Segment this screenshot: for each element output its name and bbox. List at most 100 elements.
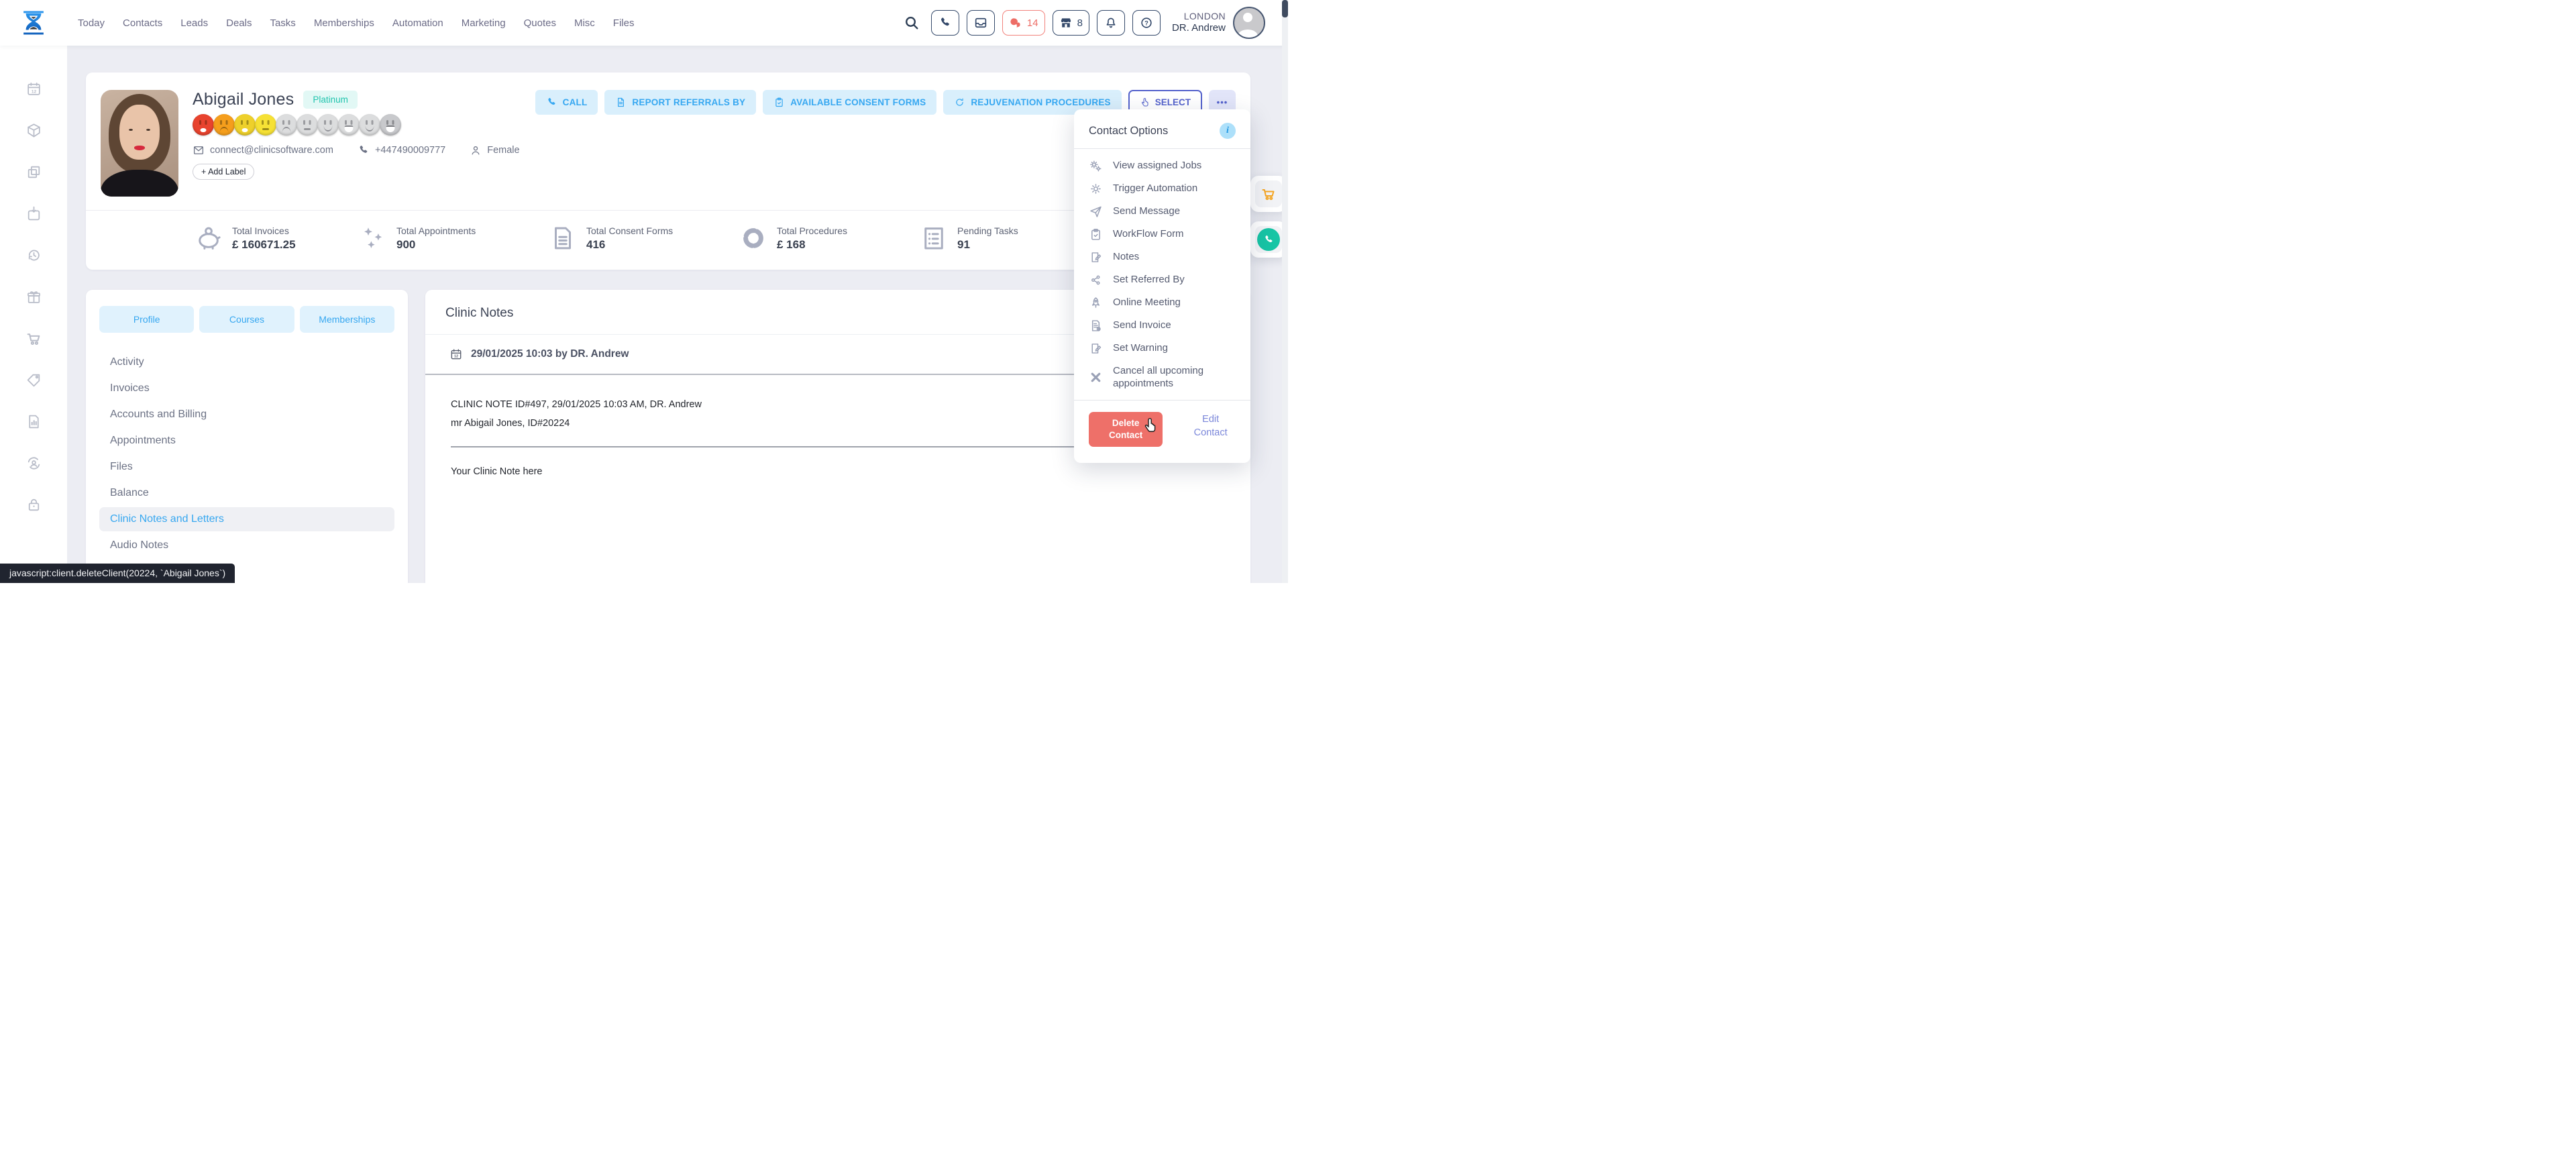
search-icon[interactable] <box>900 15 924 31</box>
contact-action-button[interactable]: AVAILABLE CONSENT FORMS <box>763 90 936 115</box>
scrollbar-thumb[interactable] <box>1282 0 1288 17</box>
clinicsoftware-logo[interactable] <box>0 8 67 38</box>
stat-icon <box>739 224 767 252</box>
notifications-button[interactable] <box>1097 10 1125 36</box>
dialer-button[interactable] <box>931 10 959 36</box>
tier-badge: Platinum <box>303 91 358 109</box>
add-label-button[interactable]: + Add Label <box>193 164 254 180</box>
menu-item-icon <box>1089 205 1103 219</box>
mood-face[interactable] <box>317 114 339 136</box>
nav-item[interactable]: Today <box>78 17 105 29</box>
profile-section-item[interactable]: Invoices <box>99 376 394 401</box>
menu-item[interactable]: WorkFlow Form <box>1074 223 1250 246</box>
chat-bubbles-icon <box>1009 16 1022 30</box>
stat-item: Total Procedures £ 168 <box>739 224 920 252</box>
contact-action-button[interactable]: CALL <box>535 90 598 115</box>
menu-item[interactable]: Notes <box>1074 246 1250 268</box>
header-actions: 14 8 LONDON DR. Andrew <box>900 7 1288 39</box>
profile-tabs: ProfileCoursesMemberships <box>99 306 394 333</box>
sidebar-icon-button[interactable] <box>25 288 42 305</box>
stat-value: 900 <box>396 238 476 252</box>
mood-face[interactable] <box>193 114 214 136</box>
delete-contact-button[interactable]: Delete Contact <box>1089 412 1163 447</box>
profile-tab[interactable]: Memberships <box>300 306 394 333</box>
sidebar-icon-button[interactable] <box>25 372 42 388</box>
user-avatar[interactable] <box>1233 7 1265 39</box>
sidebar-icon-button[interactable] <box>25 164 42 180</box>
stat-icon <box>195 224 223 252</box>
menu-title: Contact Options <box>1089 125 1168 138</box>
profile-section-item[interactable]: Balance <box>99 481 394 505</box>
mood-face[interactable] <box>213 114 235 136</box>
store-button[interactable]: 8 <box>1053 10 1089 36</box>
help-button[interactable] <box>1132 10 1161 36</box>
profile-section-item[interactable]: Files <box>99 455 394 479</box>
menu-item[interactable]: Send Message <box>1074 200 1250 223</box>
nav-item[interactable]: Deals <box>226 17 252 29</box>
profile-section-item[interactable]: Activity <box>99 350 394 374</box>
menu-item-icon <box>1089 341 1103 356</box>
sidebar-icon-button[interactable] <box>25 122 42 139</box>
sidebar-icon-button[interactable] <box>25 455 42 472</box>
phone-icon <box>938 16 952 30</box>
nav-item[interactable]: Automation <box>392 17 443 29</box>
mood-face[interactable] <box>276 114 297 136</box>
menu-item[interactable]: Online Meeting <box>1074 291 1250 314</box>
mood-face[interactable] <box>234 114 256 136</box>
profile-section-item[interactable]: Clinic Notes and Letters <box>99 507 394 531</box>
contact-name: Abigail Jones <box>193 90 294 109</box>
menu-item-icon <box>1089 273 1103 287</box>
menu-item[interactable]: Trigger Automation <box>1074 177 1250 200</box>
stat-icon <box>920 224 948 252</box>
mood-face[interactable] <box>255 114 276 136</box>
mood-face[interactable] <box>338 114 360 136</box>
stat-label: Pending Tasks <box>957 225 1018 236</box>
stat-item: Total Invoices £ 160671.25 <box>195 224 359 252</box>
profile-tab[interactable]: Courses <box>199 306 294 333</box>
note-text: Your Clinic Note here <box>451 465 1225 480</box>
nav-item[interactable]: Quotes <box>524 17 556 29</box>
sidebar-icon-button[interactable] <box>25 205 42 222</box>
contact-photo[interactable] <box>101 90 178 197</box>
nav-item[interactable]: Misc <box>574 17 595 29</box>
stat-value: £ 168 <box>777 238 847 252</box>
action-icon <box>773 97 785 108</box>
nav-item[interactable]: Marketing <box>462 17 506 29</box>
menu-item[interactable]: Set Referred By <box>1074 268 1250 291</box>
status-link-preview: javascript:client.deleteClient(20224, `A… <box>0 564 235 583</box>
mood-face[interactable] <box>380 114 401 136</box>
user-info: LONDON DR. Andrew <box>1172 11 1226 35</box>
stat-item: Total Appointments 900 <box>359 224 549 252</box>
nav-item[interactable]: Leads <box>180 17 208 29</box>
messages-button[interactable]: 14 <box>1002 10 1045 36</box>
nav-item[interactable]: Tasks <box>270 17 295 29</box>
profile-tab[interactable]: Profile <box>99 306 194 333</box>
sidebar-icon-button[interactable] <box>25 247 42 264</box>
contact-action-button[interactable]: REPORT REFERRALS BY <box>604 90 756 115</box>
info-icon[interactable]: i <box>1220 123 1236 139</box>
menu-item[interactable]: View assigned Jobs <box>1074 154 1250 177</box>
nav-item[interactable]: Contacts <box>123 17 162 29</box>
nav-item[interactable]: Memberships <box>314 17 374 29</box>
nav-item[interactable]: Files <box>613 17 635 29</box>
mood-face[interactable] <box>359 114 380 136</box>
profile-section-item[interactable]: Appointments <box>99 429 394 453</box>
menu-item[interactable]: Set Warning <box>1074 337 1250 360</box>
sidebar-icon-button[interactable] <box>25 496 42 513</box>
question-mark-icon <box>1140 16 1153 30</box>
detail-text: +447490009777 <box>375 145 445 156</box>
phone-icon <box>1263 234 1275 246</box>
menu-item[interactable]: Send Invoice <box>1074 314 1250 337</box>
floating-phone-widget[interactable] <box>1250 221 1287 258</box>
edit-contact-button[interactable]: Edit Contact <box>1185 412 1236 441</box>
floating-cart-widget[interactable] <box>1250 176 1287 212</box>
menu-item[interactable]: Cancel all upcoming appointments <box>1074 360 1250 394</box>
sidebar-icon-button[interactable] <box>25 330 42 347</box>
sidebar-icon-button[interactable] <box>25 81 42 97</box>
profile-section-item[interactable]: Audio Notes <box>99 533 394 558</box>
sidebar-icon-button[interactable] <box>25 413 42 430</box>
mood-face[interactable] <box>297 114 318 136</box>
profile-section-item[interactable]: Accounts and Billing <box>99 403 394 427</box>
inbox-button[interactable] <box>967 10 995 36</box>
stat-label: Total Invoices <box>232 225 296 236</box>
